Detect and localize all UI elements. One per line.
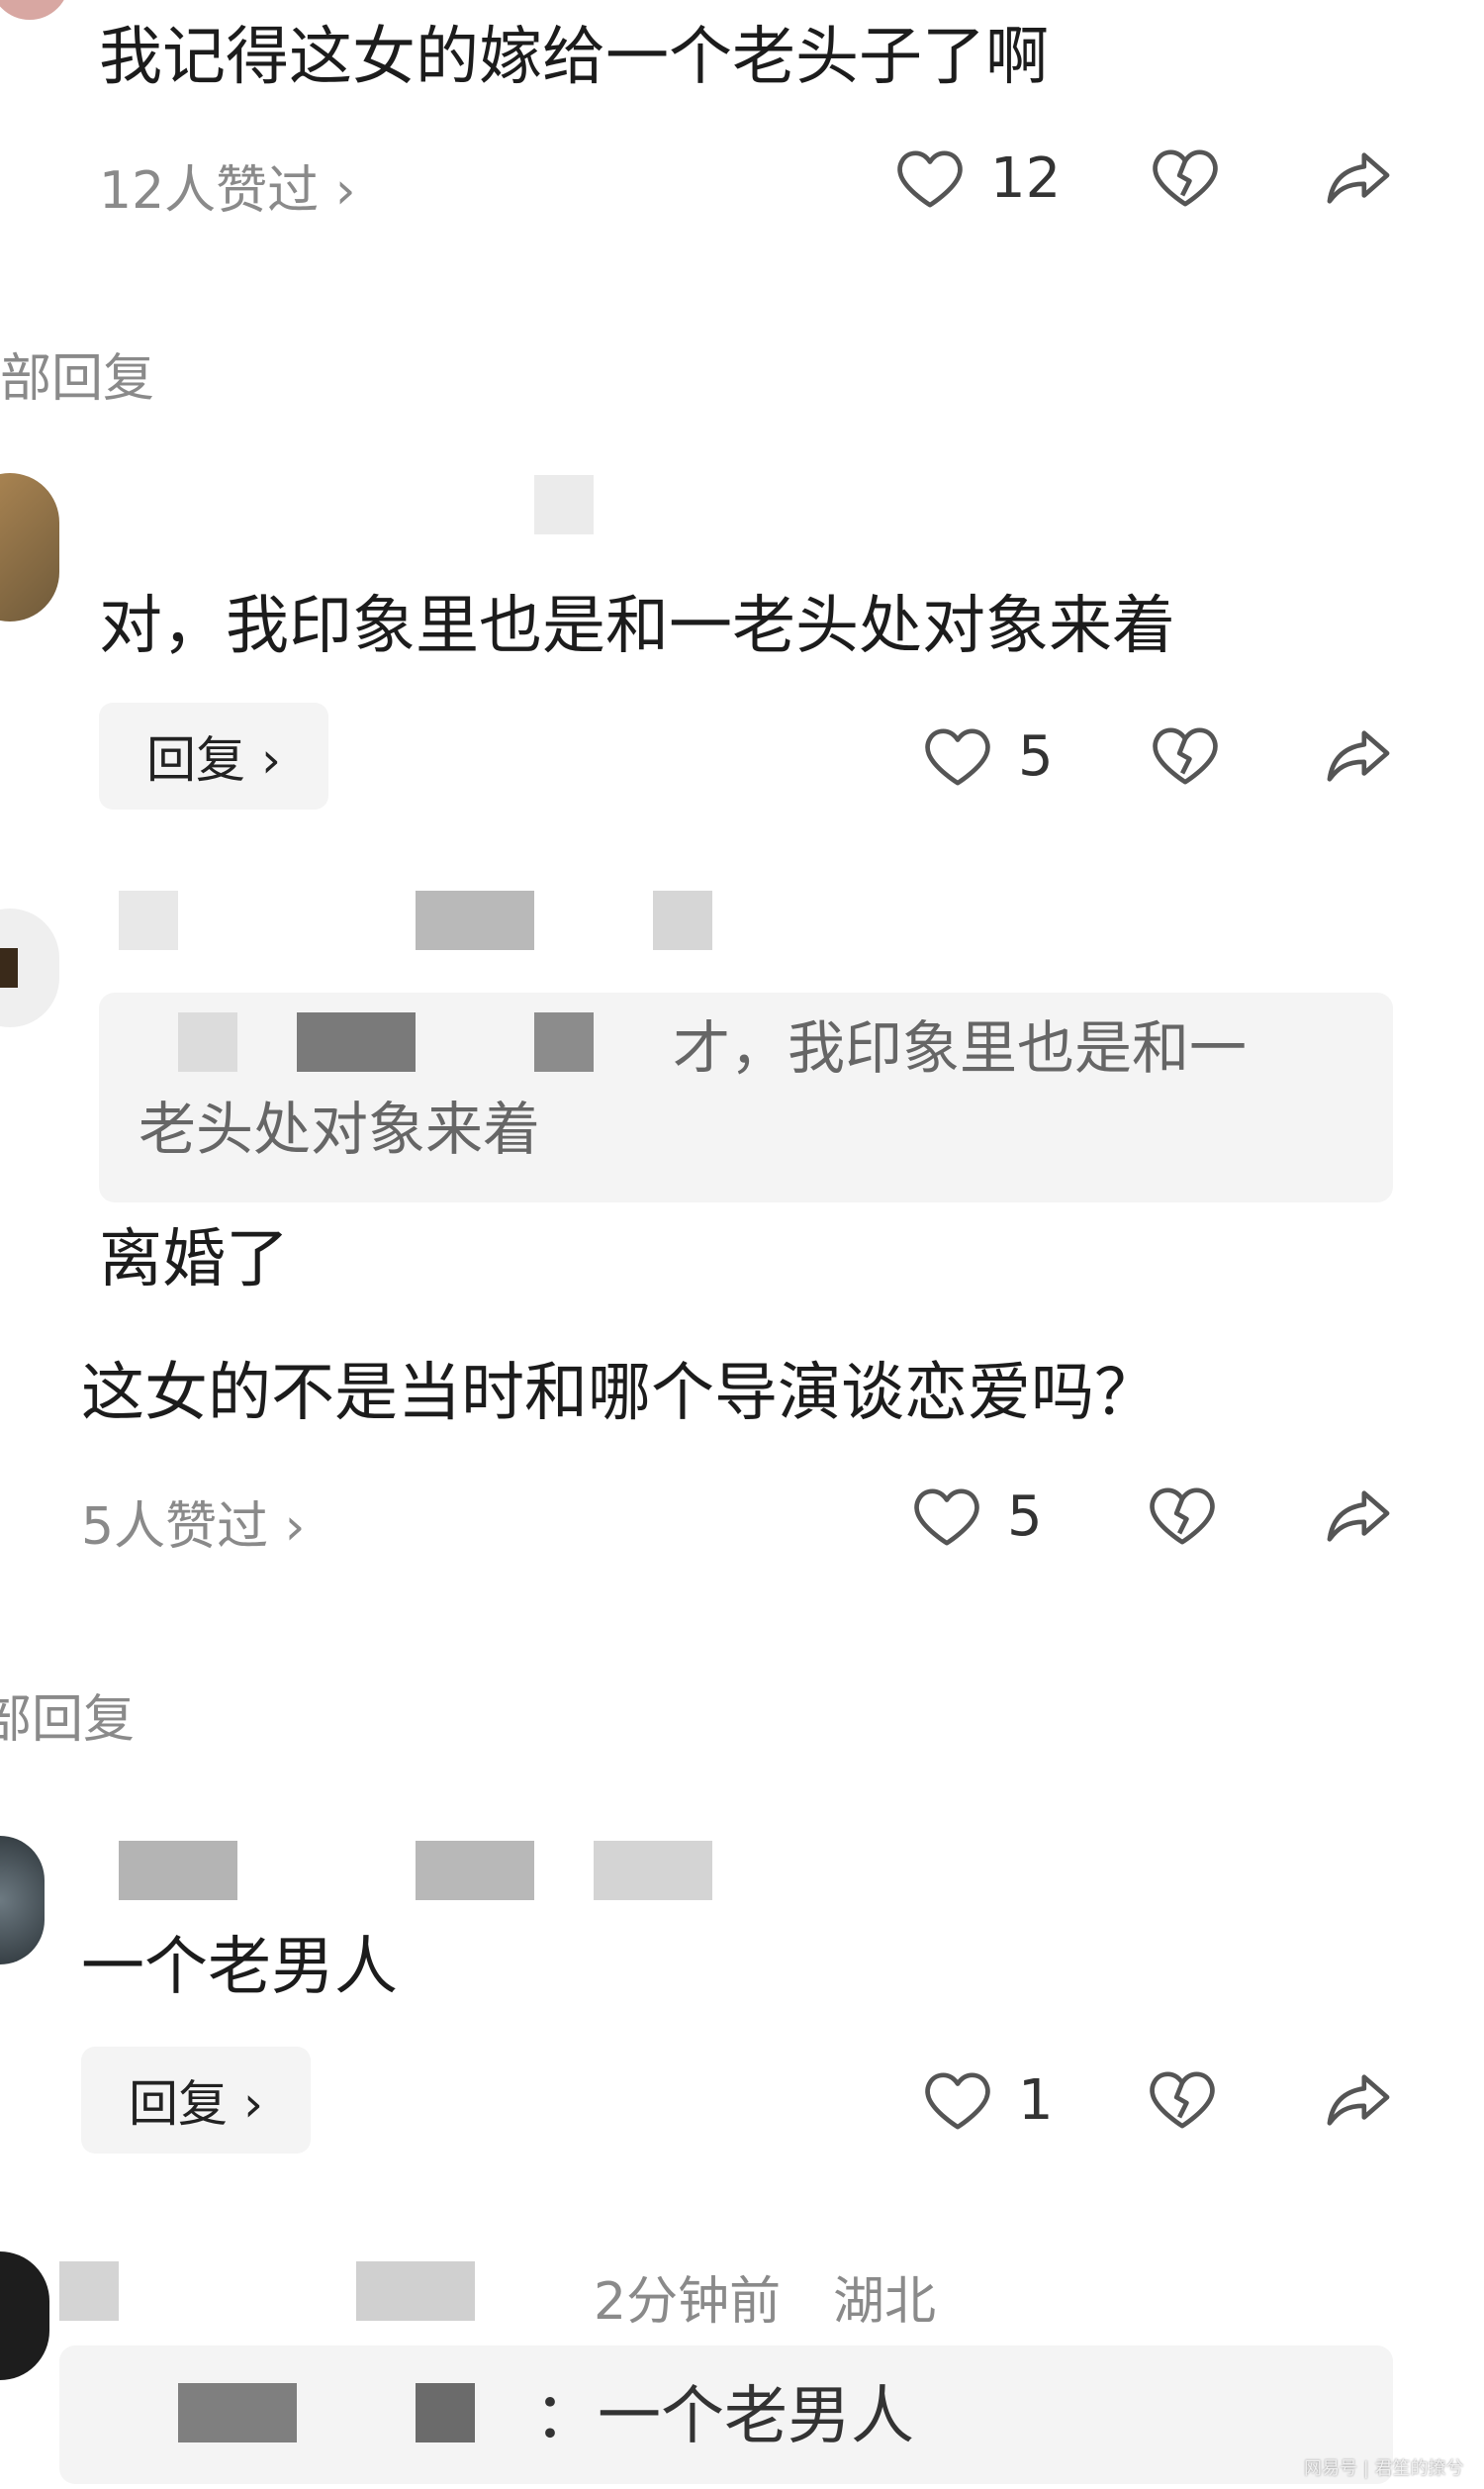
like-button[interactable]: 12: [895, 146, 1061, 211]
dislike-button[interactable]: [1151, 146, 1220, 210]
comment-text: 这女的不是当时和哪个导演谈恋爱吗？: [81, 1357, 1158, 1430]
username-blurred: [653, 891, 712, 950]
like-count: 12: [990, 146, 1062, 211]
like-button[interactable]: 1: [923, 2068, 1054, 2133]
heart-icon: [912, 1485, 981, 1549]
broken-heart-icon: [1148, 2068, 1217, 2132]
like-button[interactable]: 5: [923, 724, 1054, 789]
heart-icon: [923, 725, 992, 789]
comment-text: 离婚了: [99, 1223, 289, 1296]
comment-text: 对，我印象里也是和一老头处对象来着: [99, 590, 1175, 663]
broken-heart-icon: [1151, 146, 1220, 210]
likes-link[interactable]: 5人赞过 ›: [81, 1484, 305, 1559]
quoted-username-blurred: [178, 2383, 297, 2442]
avatar[interactable]: [0, 1836, 45, 1964]
dislike-button[interactable]: [1148, 2068, 1217, 2132]
username-blurred: [119, 1841, 237, 1900]
like-count: 1: [1018, 2068, 1054, 2133]
comment-text: 一个老男人: [81, 1931, 398, 2004]
dislike-button[interactable]: [1151, 724, 1220, 788]
share-icon: [1323, 724, 1394, 788]
quoted-reply[interactable]: ：一个老男人: [59, 2345, 1393, 2484]
quoted-text-line1: 才，我印象里也是和一: [673, 1014, 1248, 1082]
comment-location: 湖北: [833, 2272, 937, 2332]
heart-icon: [923, 2069, 992, 2133]
share-icon: [1323, 1484, 1394, 1548]
broken-heart-icon: [1148, 1484, 1217, 1548]
quoted-text-line2: 老头处对象来着: [139, 1096, 541, 1163]
heart-icon: [895, 147, 965, 211]
quoted-username-blurred: [416, 2383, 475, 2442]
username-blurred: [119, 891, 178, 950]
like-button[interactable]: 5: [912, 1484, 1043, 1549]
watermark: 网易号 | 君笙的撩兮: [1304, 2458, 1464, 2479]
quoted-username-blurred: [178, 1012, 237, 1072]
comment-time: 2分钟前: [594, 2272, 782, 2332]
broken-heart-icon: [1151, 724, 1220, 788]
username-blurred: [416, 891, 534, 950]
reply-button[interactable]: 回复 ›: [81, 2047, 311, 2154]
avatar[interactable]: [0, 909, 59, 1027]
likes-link[interactable]: 12人赞过 ›: [99, 148, 356, 223]
share-button[interactable]: [1323, 146, 1394, 210]
like-count: 5: [1007, 1484, 1043, 1549]
quoted-reply[interactable]: 才，我印象里也是和一 老头处对象来着: [99, 993, 1393, 1202]
username-blurred: [59, 2261, 119, 2321]
all-replies-link[interactable]: 部回复: [0, 336, 154, 411]
avatar[interactable]: [0, 0, 69, 20]
share-icon: [1323, 146, 1394, 210]
quoted-username-blurred: [534, 1012, 594, 1072]
like-count: 5: [1018, 724, 1054, 789]
username-blurred: [416, 1841, 534, 1900]
dislike-button[interactable]: [1148, 1484, 1217, 1548]
avatar[interactable]: [0, 2251, 49, 2380]
quoted-username-blurred: [297, 1012, 416, 1072]
comment-text: 我记得这女的嫁给一个老头子了啊: [99, 21, 1049, 94]
avatar[interactable]: [0, 473, 59, 622]
username-blurred: [356, 2261, 475, 2321]
share-button[interactable]: [1323, 2068, 1394, 2132]
username-blurred: [534, 475, 594, 534]
quoted-text: ：一个老男人: [534, 2380, 914, 2453]
share-button[interactable]: [1323, 724, 1394, 788]
reply-button[interactable]: 回复 ›: [99, 703, 328, 810]
share-icon: [1323, 2068, 1394, 2132]
username-blurred: [594, 1841, 712, 1900]
share-button[interactable]: [1323, 1484, 1394, 1548]
all-replies-link[interactable]: 部回复: [0, 1677, 135, 1752]
